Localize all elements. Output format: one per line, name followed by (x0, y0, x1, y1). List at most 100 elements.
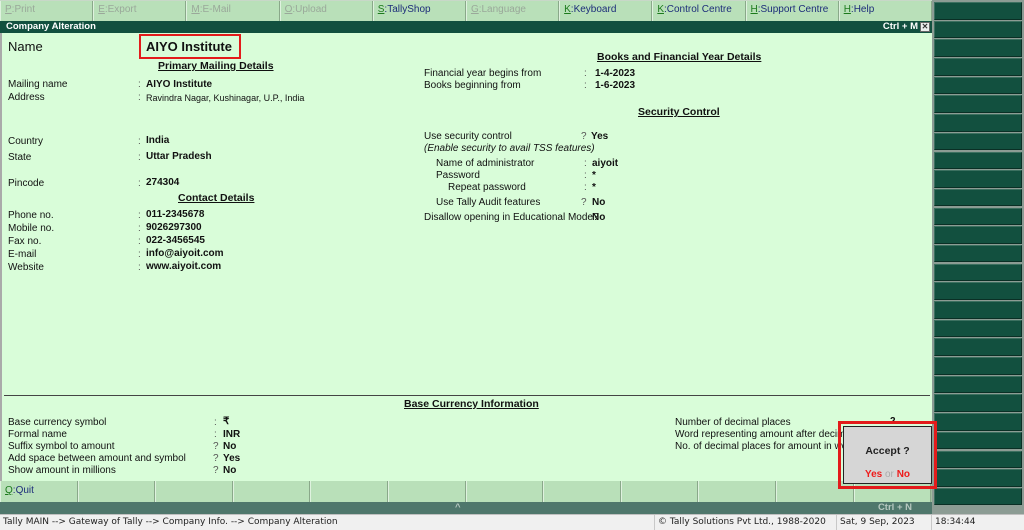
quit-key: Q (5, 485, 13, 496)
suffix-label: Suffix symbol to amount (8, 441, 115, 452)
mailing-name-field[interactable]: AIYO Institute (146, 79, 212, 90)
right-panel-button[interactable] (934, 188, 1022, 207)
bottom-empty-button[interactable] (155, 481, 233, 502)
millions-field[interactable]: No (223, 465, 236, 476)
toolbar-button-tallyshop[interactable]: S:TallyShop (372, 1, 466, 21)
right-panel-button[interactable] (934, 114, 1022, 132)
website-field[interactable]: www.aiyoit.com (146, 261, 221, 272)
right-panel-button[interactable] (934, 431, 1022, 450)
phone-field[interactable]: 011-2345678 (146, 209, 204, 220)
mobile-field[interactable]: 9026297300 (146, 222, 202, 233)
password-field[interactable]: * (592, 170, 596, 181)
right-panel-button[interactable] (934, 263, 1022, 282)
right-panel-button[interactable] (934, 207, 1022, 226)
bottom-empty-button[interactable] (232, 481, 311, 502)
right-panel-button[interactable] (934, 226, 1022, 244)
edu-mode-label: Disallow opening in Educational Mode? (424, 212, 599, 223)
currency-symbol-field[interactable]: ₹ (223, 416, 229, 427)
security-note: (Enable security to avail TSS features) (424, 143, 595, 154)
colon: : (138, 79, 141, 90)
right-panel-button[interactable] (934, 357, 1022, 375)
toolbar-button-export[interactable]: E:Export (93, 1, 187, 21)
bottom-empty-button[interactable] (77, 481, 156, 502)
mobile-label: Mobile no. (8, 223, 55, 234)
right-panel-button[interactable] (934, 450, 1022, 468)
right-panel-button[interactable] (934, 338, 1022, 356)
bottom-empty-button[interactable] (310, 481, 388, 502)
right-panel-button[interactable] (934, 2, 1022, 20)
admin-field[interactable]: aiyoit (592, 158, 618, 169)
toolbar-button-print[interactable]: P:Print (0, 1, 94, 21)
right-panel-button[interactable] (934, 95, 1022, 113)
state-label: State (8, 152, 32, 163)
right-panel-button[interactable] (934, 58, 1022, 76)
fax-label: Fax no. (8, 236, 42, 247)
accept-or-text: or (885, 469, 894, 480)
state-field[interactable]: Uttar Pradesh (146, 151, 212, 162)
colon: : (138, 210, 141, 221)
accept-no-button[interactable]: No (897, 469, 910, 480)
use-security-field[interactable]: Yes (591, 131, 608, 142)
bottom-empty-button[interactable] (543, 481, 621, 502)
right-panel-button[interactable] (934, 76, 1022, 95)
top-toolbar: P:Print E:Export M:E-Mail O:Upload S:TallySh… (0, 0, 932, 21)
toolbar-button-support-centre[interactable]: H:Support Centre (745, 1, 839, 21)
add-space-field[interactable]: Yes (223, 453, 240, 464)
close-icon[interactable]: ✕ (920, 22, 930, 32)
toolbar-button-key: P (5, 4, 12, 15)
primary-mailing-heading: Primary Mailing Details (158, 60, 274, 72)
fax-field[interactable]: 022-3456545 (146, 235, 205, 246)
right-panel-button[interactable] (934, 170, 1022, 188)
colon: : (584, 80, 587, 91)
right-panel-button[interactable] (934, 282, 1022, 300)
decimal-words-label: No. of decimal places for amount in wo (675, 441, 848, 452)
bottom-empty-button[interactable] (387, 481, 466, 502)
right-panel-button[interactable] (934, 20, 1022, 39)
address-field[interactable]: Ravindra Nagar, Kushinagar, U.P., India (146, 93, 304, 103)
bottom-empty-button[interactable] (698, 481, 776, 502)
country-field[interactable]: India (146, 135, 169, 146)
right-panel-button[interactable] (934, 132, 1022, 151)
accept-yes-button[interactable]: Yes (865, 469, 882, 480)
admin-label: Name of administrator (436, 158, 535, 169)
right-panel-button[interactable] (934, 301, 1022, 319)
toolbar-button-key: E (98, 4, 105, 15)
caret-up-icon[interactable]: ^ (455, 502, 461, 513)
right-panel-button[interactable] (934, 487, 1022, 506)
currency-symbol-label: Base currency symbol (8, 417, 107, 428)
fy-field[interactable]: 1-4-2023 (595, 68, 635, 79)
suffix-field[interactable]: No (223, 441, 236, 452)
toolbar-button-keyboard[interactable]: K:Keyboard (559, 1, 653, 21)
toolbar-button-control-centre[interactable]: K:Control Centre (652, 1, 746, 21)
right-panel-button[interactable] (934, 244, 1022, 263)
right-panel-button[interactable] (934, 413, 1022, 431)
bottom-shortcut: Ctrl + N (877, 502, 912, 513)
email-field[interactable]: info@aiyoit.com (146, 248, 224, 259)
bottom-empty-button[interactable] (465, 481, 544, 502)
use-security-label: Use security control (424, 131, 512, 142)
toolbar-button-upload[interactable]: O:Upload (279, 1, 373, 21)
edu-mode-field[interactable]: No (592, 212, 605, 223)
right-panel-button[interactable] (934, 375, 1022, 394)
toolbar-button-label: Print (14, 4, 36, 15)
bottom-empty-button[interactable] (620, 481, 699, 502)
right-panel-button[interactable] (934, 469, 1022, 487)
formal-name-field[interactable]: INR (223, 429, 240, 440)
right-panel-button[interactable] (934, 39, 1022, 57)
audit-field[interactable]: No (592, 197, 605, 208)
toolbar-button-language[interactable]: G:Language (465, 1, 560, 21)
toolbar-button-help[interactable]: H:Help (838, 1, 932, 21)
right-panel-button[interactable] (934, 319, 1022, 338)
books-field[interactable]: 1-6-2023 (595, 80, 635, 91)
quit-button[interactable]: Q:Quit (0, 481, 78, 502)
name-label: Name (8, 39, 43, 54)
toolbar-button-e-mail[interactable]: M:E-Mail (186, 1, 280, 21)
repeat-password-field[interactable]: * (592, 182, 596, 193)
window-shortcut: Ctrl + M (882, 21, 918, 32)
pincode-field[interactable]: 274304 (146, 177, 179, 188)
right-panel-button[interactable] (934, 394, 1022, 412)
toolbar-button-label: E-Mail (202, 4, 231, 15)
company-name-field[interactable]: AIYO Institute (139, 34, 241, 59)
right-panel-button[interactable] (934, 151, 1022, 169)
word-after-decimal-label: Word representing amount after decim (675, 429, 846, 440)
